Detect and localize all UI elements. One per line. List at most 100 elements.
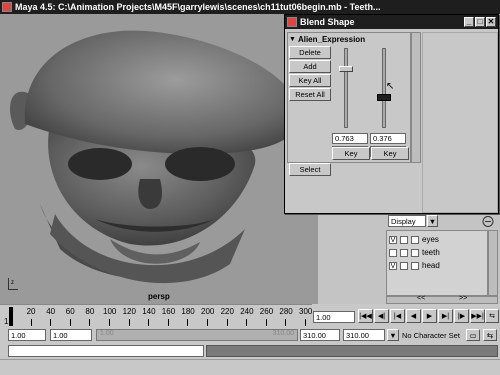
step-forward-frame-button[interactable]: ▶| [438, 309, 453, 323]
blend-node-header[interactable]: ▼ Alien_Expression [289, 34, 409, 45]
layer-visibility-toggle[interactable]: V [389, 261, 397, 270]
mel-command-input[interactable] [8, 345, 204, 357]
time-tick-label: 120 [122, 307, 136, 316]
confused-slider-thumb[interactable] [339, 65, 353, 72]
add-button[interactable]: Add [289, 60, 331, 73]
layer-options-icon[interactable] [481, 215, 495, 228]
layer-hscrollbar[interactable]: << >> [386, 295, 498, 304]
range-slider-bar: 1.00 1.00 1.00 310.00 310.00 310.00 ▼ No… [0, 326, 500, 344]
layer-name: eyes [422, 235, 439, 244]
layer-name: head [422, 261, 440, 270]
time-tick-label: 80 [85, 307, 95, 316]
blend-shape-title-bar[interactable]: Blend Shape _ □ ✕ [285, 15, 498, 29]
open-mouth-weight-field[interactable]: 0.376 [370, 133, 406, 144]
play-backwards-button[interactable]: ◀ [406, 309, 421, 323]
time-tick [246, 319, 248, 326]
scroll-left-icon[interactable]: << [417, 295, 425, 302]
time-tick [69, 319, 71, 326]
layer-row-eyes[interactable]: V eyes [389, 233, 485, 246]
layer-template-toggle[interactable] [400, 235, 408, 244]
animation-start-field[interactable]: 1.00 [8, 329, 46, 341]
axis-z-label: z [11, 280, 14, 286]
layer-template-toggle[interactable] [400, 261, 408, 270]
range-slider-start-label: 1.00 [100, 330, 114, 337]
auto-key-icon[interactable]: ⇆ [483, 329, 497, 341]
layer-scrollbar[interactable] [488, 230, 498, 296]
layer-row-head[interactable]: V head [389, 259, 485, 272]
step-back-key-button[interactable]: ◀| [374, 309, 389, 323]
step-back-frame-button[interactable]: |◀ [390, 309, 405, 323]
delete-button[interactable]: Delete [289, 46, 331, 59]
go-to-start-button[interactable]: |◀◀ [358, 309, 373, 323]
axis-gizmo: z [6, 278, 20, 292]
step-forward-key-button[interactable]: |▶ [454, 309, 469, 323]
alien-head-model [10, 30, 301, 284]
key-open-mouth-button[interactable]: Key [371, 147, 409, 160]
window-title: Maya 4.5: C:\Animation Projects\M45F\gar… [15, 2, 381, 12]
layer-display-value: Display [388, 215, 426, 227]
playback-start-field[interactable]: 1.00 [50, 329, 92, 341]
time-tick [167, 319, 169, 326]
confused-slider-track[interactable] [344, 48, 348, 128]
character-set-label[interactable]: No Character Set [402, 329, 462, 341]
blend-panel-scrollbar[interactable] [411, 32, 421, 163]
time-tick-label: 160 [161, 307, 176, 316]
time-tick-label: 240 [240, 307, 254, 316]
range-slider-end-label: 310.00 [272, 330, 294, 337]
time-tick-label: 20 [26, 307, 36, 316]
time-tick-label: 140 [142, 307, 156, 316]
main-title-bar: Maya 4.5: C:\Animation Projects\M45F\gar… [0, 0, 500, 14]
time-tick [226, 319, 228, 326]
key-all-button[interactable]: Key All [289, 74, 331, 87]
time-tick-label: 260 [259, 307, 274, 316]
scroll-right-icon[interactable]: >> [459, 295, 467, 302]
play-forwards-button[interactable]: ▶ [422, 309, 437, 323]
layer-color-swatch[interactable] [411, 261, 419, 270]
time-tick-label: 300 [299, 307, 313, 316]
select-button[interactable]: Select [289, 163, 331, 176]
time-tick-label: 60 [65, 307, 75, 316]
animation-end-field[interactable]: 310.00 [343, 329, 385, 341]
key-confused-button[interactable]: Key [332, 147, 370, 160]
viewport-persp[interactable]: z persp [0, 14, 318, 304]
range-slider[interactable]: 1.00 310.00 [96, 329, 298, 341]
window-icon [287, 17, 297, 27]
minimize-button[interactable]: _ [464, 17, 474, 27]
time-tick [128, 319, 130, 326]
layer-color-swatch[interactable] [411, 248, 419, 257]
time-tick-label: 100 [103, 307, 117, 316]
confused-weight-field[interactable]: 0.763 [332, 133, 368, 144]
camera-label: persp [148, 292, 170, 301]
time-tick-label: 180 [181, 307, 195, 316]
key-mode-icon[interactable]: ⇆ [485, 309, 499, 323]
layer-visibility-toggle[interactable]: V [389, 235, 397, 244]
layer-visibility-toggle[interactable] [389, 248, 397, 257]
blend-shape-title: Blend Shape [300, 17, 355, 27]
layer-display-dropdown[interactable]: Display ▼ [388, 215, 438, 228]
go-to-end-button[interactable]: ▶▶| [470, 309, 485, 323]
collapse-arrow-icon[interactable]: ▼ [289, 36, 296, 43]
open-mouth-slider-thumb[interactable] [377, 94, 391, 102]
layer-color-swatch[interactable] [411, 235, 419, 244]
chevron-down-icon: ▼ [427, 215, 438, 227]
current-time-field[interactable]: 1.00 [313, 311, 355, 323]
current-frame-marker[interactable] [9, 307, 13, 327]
time-slider[interactable]: 0204060801001201401601802002202402602803… [0, 304, 313, 327]
playback-end-field[interactable]: 310.00 [300, 329, 340, 341]
time-tick [89, 319, 91, 326]
reset-all-button[interactable]: Reset All [289, 88, 331, 101]
close-button[interactable]: ✕ [486, 17, 496, 27]
layer-template-toggle[interactable] [400, 248, 408, 257]
blend-shape-window: Blend Shape _ □ ✕ ▼ Alien_Expression Del… [284, 14, 499, 214]
maximize-button[interactable]: □ [475, 17, 485, 27]
time-tick [109, 319, 110, 326]
time-tick [285, 319, 287, 326]
blend-empty-area [422, 32, 498, 213]
current-frame-label: 1 [4, 317, 9, 326]
mouse-cursor-icon: ↖ [386, 81, 395, 92]
layer-row-teeth[interactable]: teeth [389, 246, 485, 259]
time-tick-label: 280 [279, 307, 293, 316]
character-set-dropdown-icon[interactable]: ▼ [387, 329, 399, 341]
time-tick [305, 319, 306, 326]
animation-preferences-icon[interactable]: ▭ [466, 329, 480, 341]
